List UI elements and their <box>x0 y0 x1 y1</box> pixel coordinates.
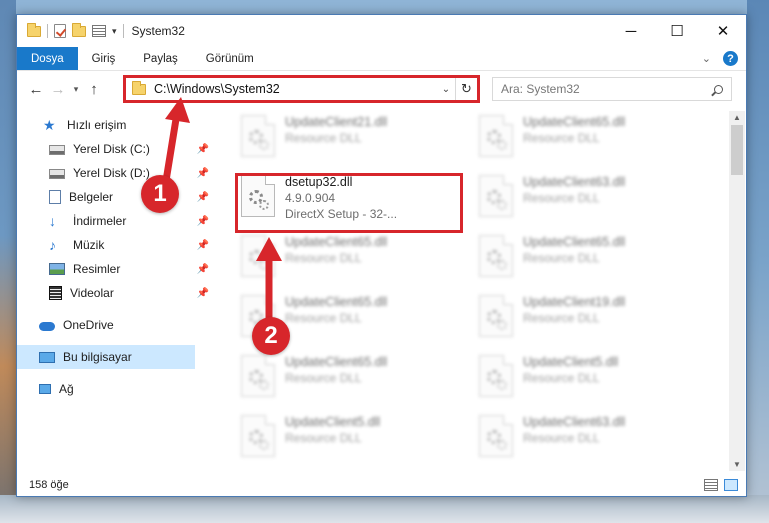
large-icons-view-icon[interactable] <box>724 479 738 491</box>
arrow-2-head <box>256 237 282 261</box>
file-explorer-window: ▾ System32 ─ ☐ ✕ Dosya Giriş Paylaş Görü… <box>16 14 747 497</box>
details-view-icon[interactable] <box>704 479 718 491</box>
scrollbar-thumb[interactable] <box>731 125 743 175</box>
step-2-badge: 2 <box>252 317 290 355</box>
step-1-badge: 1 <box>141 175 179 213</box>
scroll-up-icon[interactable]: ▲ <box>729 113 745 122</box>
status-bar: 158 öğe <box>17 474 746 496</box>
item-count: 158 öğe <box>29 479 69 491</box>
desktop-background-bottom <box>0 495 769 523</box>
scroll-down-icon[interactable]: ▼ <box>729 460 745 469</box>
annotation-arrows <box>161 97 282 329</box>
arrow-1-head <box>165 97 190 123</box>
desktop-background-right <box>747 0 769 523</box>
desktop-background-left <box>0 0 16 523</box>
vertical-scrollbar[interactable]: ▲ ▼ <box>729 111 745 471</box>
